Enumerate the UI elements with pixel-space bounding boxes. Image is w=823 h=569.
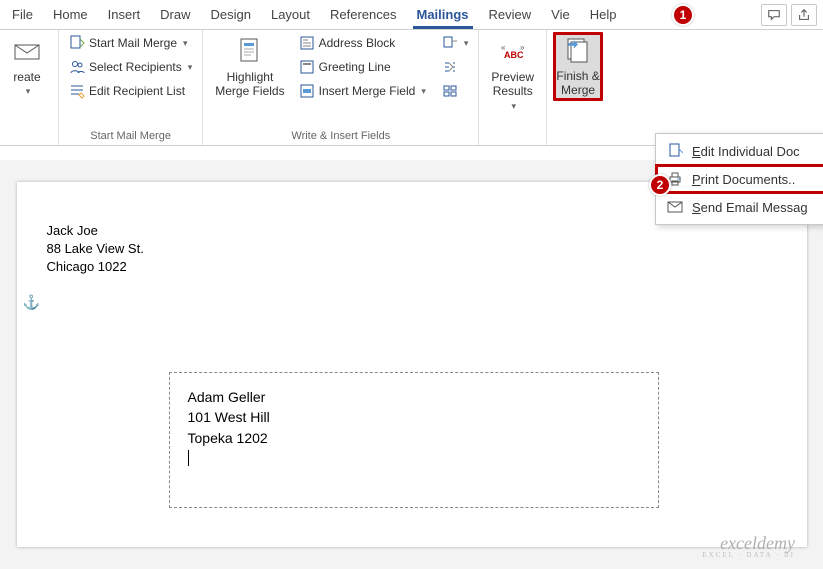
greeting-line-button[interactable]: Greeting Line: [295, 56, 430, 78]
watermark: exceldemy EXCEL · DATA · BI: [702, 534, 795, 559]
recipient-city: Topeka 1202: [188, 428, 640, 448]
ribbon: reate ▾ Start Mail Merge▾ Select Recipie…: [0, 30, 823, 146]
menu-send-email-messages[interactable]: Send Email Messag: [656, 193, 823, 221]
edit-recipient-list-button[interactable]: Edit Recipient List: [65, 80, 196, 102]
envelope-page[interactable]: Jack Joe 88 Lake View St. Chicago 1022 ⚓…: [17, 182, 807, 547]
return-name: Jack Joe: [47, 222, 144, 240]
update-labels-button[interactable]: [438, 80, 473, 102]
finish-and-merge-button[interactable]: Finish & Merge: [553, 32, 603, 101]
highlight-merge-fields-button[interactable]: Highlight Merge Fields: [209, 32, 290, 103]
tab-help[interactable]: Help: [580, 1, 627, 28]
group-label-write: Write & Insert Fields: [209, 128, 472, 145]
callout-1: 1: [672, 4, 694, 26]
tab-insert[interactable]: Insert: [98, 1, 151, 28]
recipients-icon: [69, 59, 85, 75]
address-block-button[interactable]: Address Block: [295, 32, 430, 54]
envelope-icon: [11, 36, 43, 68]
chevron-down-icon: ▾: [421, 86, 426, 97]
match-fields-button[interactable]: [438, 56, 473, 78]
group-label-start: Start Mail Merge: [65, 128, 196, 145]
tab-mailings[interactable]: Mailings: [407, 1, 479, 28]
preview-results-button[interactable]: «»ABC Preview Results ▾: [485, 32, 540, 116]
greeting-icon: [299, 59, 315, 75]
tab-references[interactable]: References: [320, 1, 406, 28]
document-icon: [666, 142, 684, 160]
tab-draw[interactable]: Draw: [150, 1, 200, 28]
tab-layout[interactable]: Layout: [261, 1, 320, 28]
return-city: Chicago 1022: [47, 258, 144, 276]
insert-merge-field-button[interactable]: Insert Merge Field▾: [295, 80, 430, 102]
address-block-icon: [299, 35, 315, 51]
highlight-icon: [234, 36, 266, 68]
create-label: reate: [13, 70, 40, 84]
finish-merge-icon: [562, 35, 594, 67]
chevron-down-icon: ▾: [183, 38, 188, 49]
rules-button[interactable]: ▾: [438, 32, 473, 54]
anchor-icon: ⚓: [23, 294, 40, 311]
merge-field-icon: [299, 83, 315, 99]
share-button[interactable]: [791, 4, 817, 26]
recipient-street: 101 West Hill: [188, 407, 640, 427]
return-address[interactable]: Jack Joe 88 Lake View St. Chicago 1022: [47, 222, 144, 277]
chevron-down-icon: ▾: [188, 62, 193, 73]
select-recipients-button[interactable]: Select Recipients▾: [65, 56, 196, 78]
svg-text:ABC: ABC: [504, 50, 524, 60]
preview-icon: «»ABC: [497, 36, 529, 68]
chevron-down-icon: ▾: [26, 86, 31, 97]
finish-merge-menu: EEdit Individual Docdit Individual Doc P…: [655, 133, 823, 225]
tab-file[interactable]: File: [2, 1, 43, 28]
menu-edit-individual-documents[interactable]: EEdit Individual Docdit Individual Doc: [656, 137, 823, 165]
rules-icon: [442, 35, 458, 51]
comments-button[interactable]: [761, 4, 787, 26]
tab-review[interactable]: Review: [479, 1, 542, 28]
start-mail-merge-button[interactable]: Start Mail Merge▾: [65, 32, 196, 54]
document-merge-icon: [69, 35, 85, 51]
create-envelopes-button[interactable]: reate ▾: [2, 32, 52, 101]
menu-print-documents[interactable]: Print Documents..: [656, 165, 823, 193]
text-cursor: [188, 450, 189, 466]
match-icon: [442, 59, 458, 75]
group-label-create: [2, 140, 52, 145]
chevron-down-icon: ▾: [511, 101, 516, 112]
ribbon-tabs: File Home Insert Draw Design Layout Refe…: [0, 0, 823, 30]
recipient-address-box[interactable]: Adam Geller 101 West Hill Topeka 1202: [169, 372, 659, 508]
tab-home[interactable]: Home: [43, 1, 98, 28]
callout-2: 2: [649, 174, 671, 196]
tab-design[interactable]: Design: [201, 1, 261, 28]
chevron-down-icon: ▾: [464, 38, 469, 49]
return-street: 88 Lake View St.: [47, 240, 144, 258]
recipient-name: Adam Geller: [188, 387, 640, 407]
tab-view[interactable]: Vie: [541, 1, 580, 28]
edit-list-icon: [69, 83, 85, 99]
email-icon: [666, 198, 684, 216]
labels-icon: [442, 83, 458, 99]
